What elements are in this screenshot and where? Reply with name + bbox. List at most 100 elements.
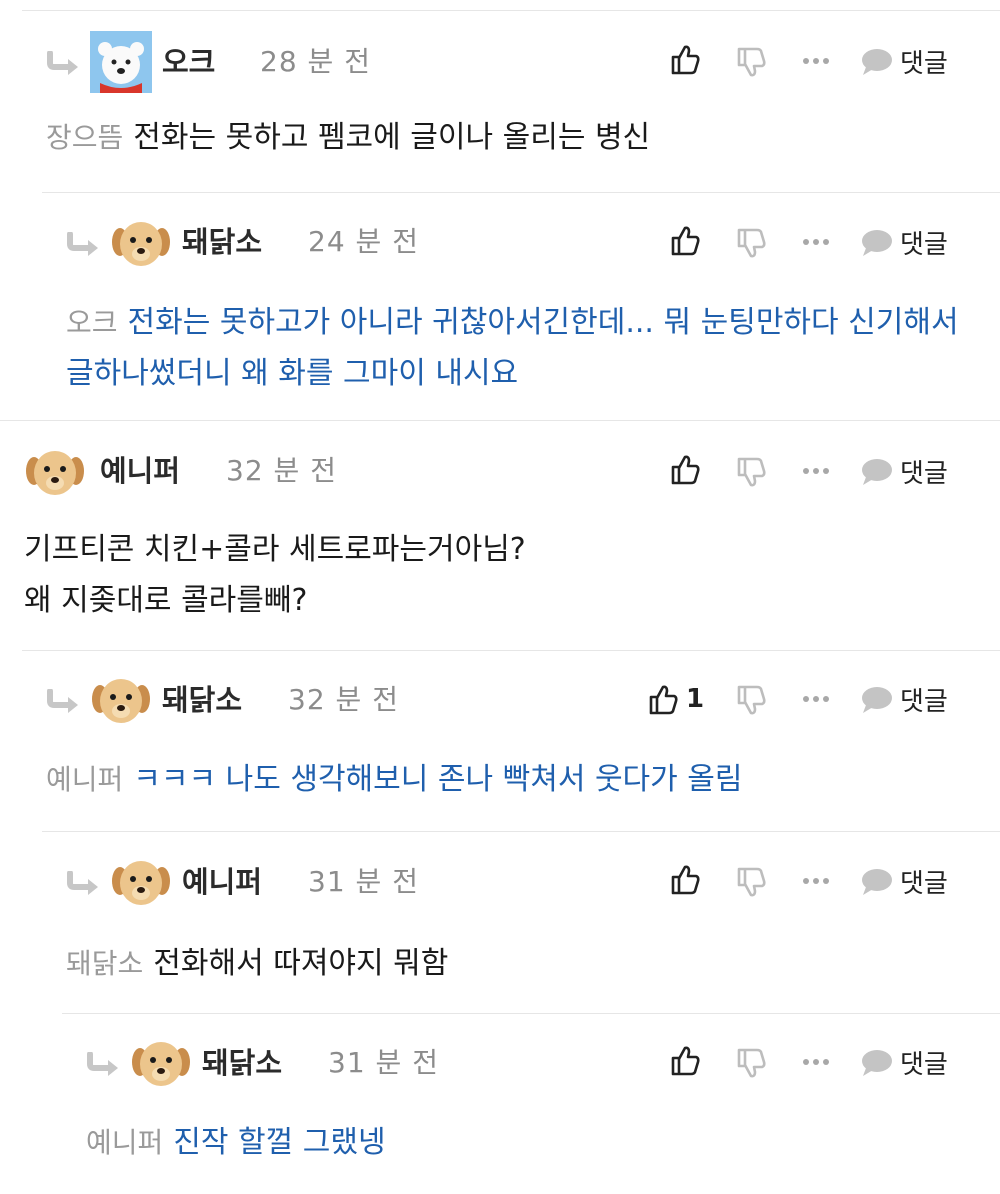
dislike-button[interactable] bbox=[736, 228, 766, 260]
dislike-button[interactable] bbox=[736, 867, 766, 899]
like-button[interactable] bbox=[670, 863, 708, 895]
reply-button[interactable]: 댓글 bbox=[860, 863, 948, 900]
reply-label: 댓글 bbox=[900, 869, 948, 899]
thumbs-down-icon bbox=[737, 228, 766, 258]
speech-bubble-icon bbox=[862, 686, 892, 713]
thumbs-down-icon bbox=[737, 867, 766, 897]
more-icon bbox=[803, 878, 829, 884]
avatar[interactable] bbox=[130, 1032, 192, 1094]
comment-header: 예니퍼 32 분 전 댓글 bbox=[0, 441, 1000, 501]
comment-item: 예니퍼 32 분 전 댓글 기프티콘 치킨+콜라 세트로파는거아님? 왜 지좆대… bbox=[0, 420, 1000, 651]
reply-button[interactable]: 댓글 bbox=[860, 1044, 948, 1081]
reply-label: 댓글 bbox=[900, 459, 948, 489]
thumbs-up-icon bbox=[671, 865, 700, 895]
comment-header: 돼닭소 31 분 전 댓글 bbox=[62, 1032, 1000, 1092]
reply-button[interactable]: 댓글 bbox=[860, 43, 948, 80]
comment-text: 전화해서 따져야지 뭐함 bbox=[153, 946, 449, 981]
reply-button[interactable]: 댓글 bbox=[860, 453, 948, 490]
author-name[interactable]: 예니퍼 bbox=[182, 864, 262, 900]
reply-button[interactable]: 댓글 bbox=[860, 681, 948, 718]
like-button[interactable] bbox=[670, 453, 708, 485]
reply-label: 댓글 bbox=[900, 1050, 948, 1080]
more-icon bbox=[803, 468, 829, 474]
more-icon bbox=[803, 1059, 829, 1065]
more-options-button[interactable] bbox=[802, 1058, 830, 1066]
comment-actions: 댓글 bbox=[670, 441, 1000, 501]
reply-arrow-icon bbox=[46, 50, 80, 75]
comment-text: 전화는 못하고 펨코에 글이나 올리는 병신 bbox=[133, 120, 651, 155]
reply-arrow-icon bbox=[66, 870, 100, 895]
like-button[interactable] bbox=[670, 43, 708, 75]
author-name[interactable]: 돼닭소 bbox=[162, 682, 242, 718]
comment-text: ㅋㅋㅋ 나도 생각해보니 존나 빡쳐서 웃다가 올림 bbox=[133, 762, 743, 797]
thumbs-up-icon bbox=[671, 45, 700, 75]
comment-header: 돼닭소 32 분 전 1 댓글 bbox=[22, 669, 1000, 729]
thumbs-up-icon bbox=[671, 1046, 700, 1076]
dislike-button[interactable] bbox=[736, 457, 766, 489]
author-name[interactable]: 돼닭소 bbox=[182, 224, 262, 260]
comment-header: 예니퍼 31 분 전 댓글 bbox=[42, 851, 1000, 911]
dislike-button[interactable] bbox=[736, 1048, 766, 1080]
comment-time: 31 분 전 bbox=[328, 1046, 439, 1079]
reply-label: 댓글 bbox=[900, 687, 948, 717]
speech-bubble-icon bbox=[862, 48, 892, 75]
like-button[interactable] bbox=[670, 224, 708, 256]
comment-text: 전화는 못하고가 아니라 귀찮아서긴한데... 뭐 눈팅만하다 신기해서 글하나… bbox=[66, 305, 959, 391]
like-button[interactable]: 1 bbox=[648, 683, 704, 715]
reply-arrow-icon bbox=[86, 1051, 120, 1076]
thumbs-down-icon bbox=[737, 47, 766, 77]
avatar[interactable] bbox=[90, 31, 152, 93]
comment-body: 기프티콘 치킨+콜라 세트로파는거아님? 왜 지좆대로 콜라를빼? bbox=[0, 524, 980, 626]
mention-tag[interactable]: 장으뜸 bbox=[46, 121, 123, 154]
avatar[interactable] bbox=[110, 851, 172, 913]
reply-button[interactable]: 댓글 bbox=[860, 224, 948, 261]
comment-body: 예니퍼 진작 할껄 그랬넹 bbox=[62, 1117, 980, 1168]
reply-label: 댓글 bbox=[900, 49, 948, 79]
comment-text: 기프티콘 치킨+콜라 세트로파는거아님? 왜 지좆대로 콜라를빼? bbox=[24, 532, 526, 618]
comment-body: 장으뜸 전화는 못하고 펨코에 글이나 올리는 병신 bbox=[22, 112, 980, 163]
more-options-button[interactable] bbox=[802, 238, 830, 246]
more-icon bbox=[803, 696, 829, 702]
like-button[interactable] bbox=[670, 1044, 708, 1076]
author-name[interactable]: 예니퍼 bbox=[100, 453, 180, 489]
comment-text: 진작 할껄 그랬넹 bbox=[173, 1125, 386, 1160]
speech-bubble-icon bbox=[862, 1049, 892, 1076]
more-options-button[interactable] bbox=[802, 695, 830, 703]
comment-actions: 댓글 bbox=[670, 31, 1000, 91]
comment-time: 32 분 전 bbox=[288, 683, 399, 716]
more-options-button[interactable] bbox=[802, 467, 830, 475]
more-options-button[interactable] bbox=[802, 57, 830, 65]
author-name[interactable]: 돼닭소 bbox=[202, 1045, 282, 1081]
reply-arrow-icon bbox=[46, 688, 80, 713]
avatar[interactable] bbox=[110, 212, 172, 274]
dislike-button[interactable] bbox=[736, 685, 766, 717]
comment-actions: 댓글 bbox=[670, 851, 1000, 911]
comment-body: 예니퍼 ㅋㅋㅋ 나도 생각해보니 존나 빡쳐서 웃다가 올림 bbox=[22, 754, 980, 805]
thumbs-up-icon bbox=[671, 226, 700, 256]
mention-tag[interactable]: 돼닭소 bbox=[66, 947, 143, 980]
comment-header: 오크 28 분 전 댓글 bbox=[22, 31, 1000, 93]
thumbs-down-icon bbox=[737, 457, 766, 487]
comment-item: 예니퍼 31 분 전 댓글 돼닭소 전화해서 따져야지 뭐함 bbox=[42, 831, 1000, 1014]
comment-time: 32 분 전 bbox=[226, 454, 337, 487]
dislike-button[interactable] bbox=[736, 47, 766, 79]
speech-bubble-icon bbox=[862, 868, 892, 895]
mention-tag[interactable]: 예니퍼 bbox=[46, 763, 123, 796]
mention-tag[interactable]: 예니퍼 bbox=[86, 1126, 163, 1159]
comment-header: 돼닭소 24 분 전 댓글 bbox=[42, 212, 1000, 272]
comment-body: 돼닭소 전화해서 따져야지 뭐함 bbox=[42, 938, 980, 989]
avatar[interactable] bbox=[24, 441, 86, 503]
author-name[interactable]: 오크 bbox=[162, 44, 215, 80]
comment-time: 24 분 전 bbox=[308, 225, 419, 258]
speech-bubble-icon bbox=[862, 458, 892, 485]
mention-tag[interactable]: 오크 bbox=[66, 306, 118, 339]
thumbs-up-icon bbox=[671, 455, 700, 485]
comment-item: 돼닭소 31 분 전 댓글 예니퍼 진작 할껄 그랬넹 bbox=[62, 1013, 1000, 1194]
more-icon bbox=[803, 239, 829, 245]
more-options-button[interactable] bbox=[802, 877, 830, 885]
avatar[interactable] bbox=[90, 669, 152, 731]
comment-time: 28 분 전 bbox=[260, 45, 371, 78]
thumbs-down-icon bbox=[737, 1048, 766, 1078]
thumbs-down-icon bbox=[737, 685, 766, 715]
comment-item: 오크 28 분 전 댓글 장으뜸 전화는 못하고 펨코에 글이나 올리는 병신 bbox=[22, 10, 1000, 193]
